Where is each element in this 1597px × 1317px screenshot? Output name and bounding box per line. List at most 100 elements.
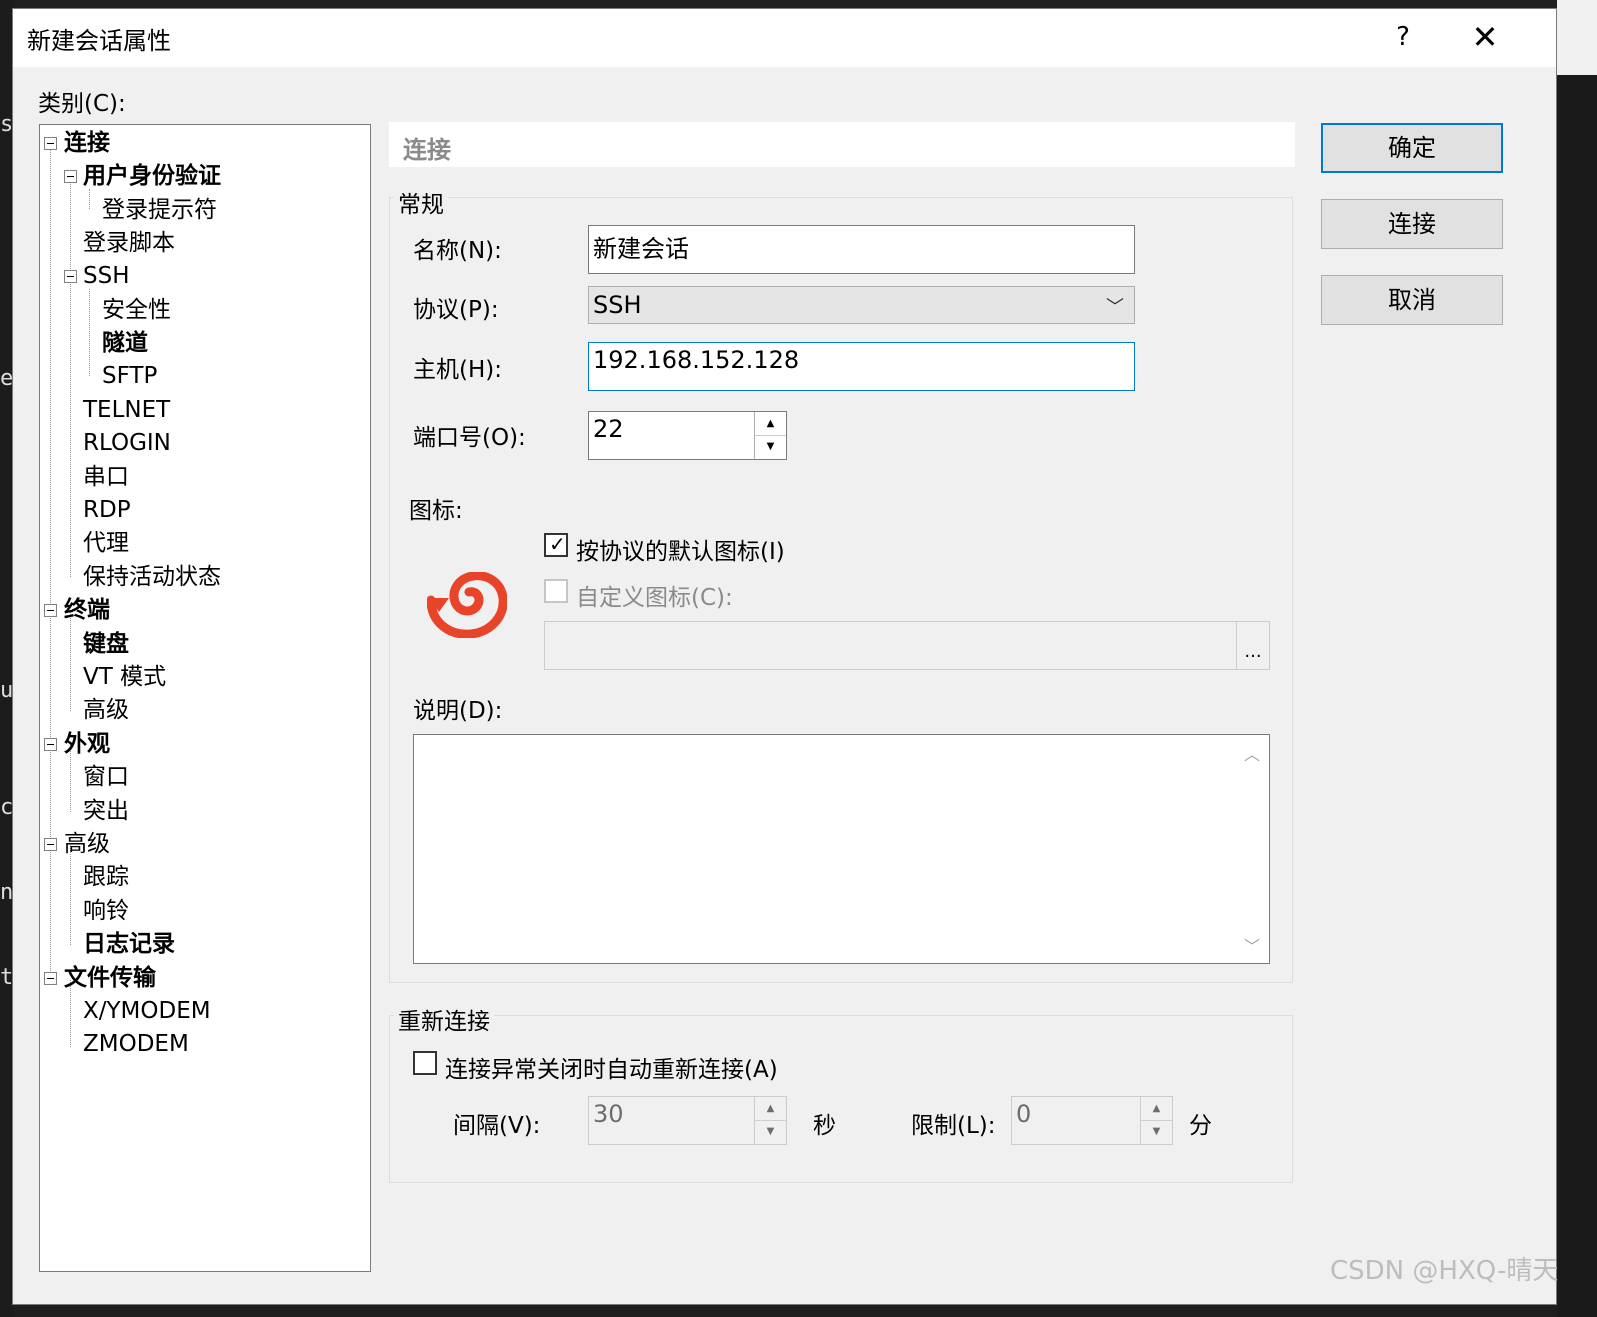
spin-down-icon[interactable]: ▼ bbox=[1141, 1120, 1172, 1143]
default-icon-checkbox[interactable]: ✓ bbox=[544, 532, 568, 557]
host-label: 主机(H): bbox=[413, 357, 502, 383]
tree-item-login-script[interactable]: 登录脚本 bbox=[83, 229, 175, 257]
name-input[interactable]: 新建会话 bbox=[588, 225, 1135, 274]
spin-up-icon[interactable]: ▲ bbox=[1141, 1097, 1172, 1121]
tree-item-terminal-advanced[interactable]: 高级 bbox=[83, 696, 129, 724]
interval-value: 30 bbox=[593, 1100, 624, 1128]
browse-button[interactable]: ... bbox=[1236, 622, 1269, 669]
custom-icon-checkbox[interactable] bbox=[544, 579, 568, 603]
port-input[interactable]: 22 ▲ ▼ bbox=[588, 411, 787, 460]
tree-item-file-transfer[interactable]: 文件传输 bbox=[64, 964, 156, 992]
limit-unit: 分 bbox=[1189, 1113, 1212, 1139]
close-button[interactable]: ✕ bbox=[1465, 19, 1505, 55]
session-properties-dialog: 新建会话属性 ? ✕ 类别(C): 连接 用户身份验证 登录提示符 登录脚本 S… bbox=[12, 8, 1557, 1305]
checkmark-icon: ✓ bbox=[549, 532, 566, 556]
tree-item-keyboard[interactable]: 键盘 bbox=[83, 630, 129, 658]
tree-item-login-prompt[interactable]: 登录提示符 bbox=[102, 196, 217, 224]
reconnect-group-label: 重新连接 bbox=[394, 1002, 494, 1036]
collapse-icon[interactable] bbox=[44, 838, 57, 851]
spin-down-icon[interactable]: ▼ bbox=[755, 1120, 786, 1143]
tree-line bbox=[89, 289, 90, 376]
collapse-icon[interactable] bbox=[44, 604, 57, 617]
tree-item-sftp[interactable]: SFTP bbox=[102, 362, 157, 390]
tree-item-zmodem[interactable]: ZMODEM bbox=[83, 1030, 189, 1058]
default-icon-label: 按协议的默认图标(I) bbox=[576, 539, 785, 565]
tree-item-logging[interactable]: 日志记录 bbox=[83, 930, 175, 958]
tree-item-proxy[interactable]: 代理 bbox=[83, 529, 129, 557]
protocol-label: 协议(P): bbox=[413, 297, 499, 323]
category-tree[interactable]: 连接 用户身份验证 登录提示符 登录脚本 SSH 安全性 隧道 SFTP TEL… bbox=[39, 124, 371, 1272]
collapse-icon[interactable] bbox=[64, 270, 77, 283]
title-bar: 新建会话属性 ? ✕ bbox=[13, 9, 1556, 67]
background-right bbox=[1557, 0, 1597, 1317]
custom-icon-label: 自定义图标(C): bbox=[576, 585, 733, 611]
protocol-select[interactable]: SSH ﹀ bbox=[588, 286, 1135, 324]
watermark: CSDN @HXQ-晴天 bbox=[1330, 1256, 1559, 1286]
category-label: 类别(C): bbox=[38, 91, 126, 117]
limit-value: 0 bbox=[1016, 1100, 1032, 1128]
tree-line bbox=[70, 845, 71, 945]
tree-item-keep-alive[interactable]: 保持活动状态 bbox=[83, 563, 221, 591]
interval-input[interactable]: 30 ▲ ▼ bbox=[588, 1096, 787, 1145]
scroll-down-icon[interactable]: ﹀ bbox=[1235, 933, 1269, 957]
tree-item-rdp[interactable]: RDP bbox=[83, 496, 131, 524]
collapse-icon[interactable] bbox=[44, 738, 57, 751]
limit-label: 限制(L): bbox=[911, 1113, 996, 1139]
section-title: 连接 bbox=[403, 136, 451, 164]
icon-label: 图标: bbox=[409, 498, 463, 524]
connect-button[interactable]: 连接 bbox=[1321, 199, 1503, 249]
general-group-label: 常规 bbox=[394, 185, 448, 219]
tree-item-appearance[interactable]: 外观 bbox=[64, 730, 110, 758]
protocol-value: SSH bbox=[593, 291, 642, 319]
tree-item-ssh[interactable]: SSH bbox=[83, 262, 130, 290]
tree-item-tunneling[interactable]: 隧道 bbox=[102, 329, 148, 357]
spin-up-icon[interactable]: ▲ bbox=[755, 1097, 786, 1121]
tree-item-terminal[interactable]: 终端 bbox=[64, 596, 110, 624]
window-title: 新建会话属性 bbox=[27, 27, 171, 55]
auto-reconnect-label: 连接异常关闭时自动重新连接(A) bbox=[445, 1057, 778, 1083]
tree-item-rlogin[interactable]: RLOGIN bbox=[83, 429, 171, 457]
chevron-down-icon: ﹀ bbox=[1106, 297, 1124, 318]
tree-item-highlight[interactable]: 突出 bbox=[83, 797, 129, 825]
tree-item-connection[interactable]: 连接 bbox=[64, 129, 110, 157]
port-label: 端口号(O): bbox=[413, 425, 526, 451]
section-header: 连接 bbox=[389, 122, 1295, 167]
interval-unit: 秒 bbox=[813, 1113, 836, 1139]
spin-up-icon[interactable]: ▲ bbox=[755, 412, 786, 436]
limit-spinner[interactable]: ▲ ▼ bbox=[1140, 1097, 1172, 1144]
ok-button[interactable]: 确定 bbox=[1321, 123, 1503, 173]
collapse-icon[interactable] bbox=[64, 170, 77, 183]
description-textarea[interactable]: ︿ ﹀ bbox=[413, 734, 1270, 964]
cancel-button[interactable]: 取消 bbox=[1321, 275, 1503, 325]
interval-spinner[interactable]: ▲ ▼ bbox=[754, 1097, 786, 1144]
spin-down-icon[interactable]: ▼ bbox=[755, 435, 786, 458]
tree-item-telnet[interactable]: TELNET bbox=[83, 396, 170, 424]
tree-line bbox=[50, 145, 51, 983]
port-spinner[interactable]: ▲ ▼ bbox=[754, 412, 786, 459]
xshell-spiral-icon bbox=[427, 572, 507, 638]
description-label: 说明(D): bbox=[413, 698, 503, 724]
description-scrollbar[interactable]: ︿ ﹀ bbox=[1235, 735, 1269, 963]
tree-line bbox=[70, 611, 71, 711]
tree-item-xymodem[interactable]: X/YMODEM bbox=[83, 997, 211, 1025]
tree-item-serial[interactable]: 串口 bbox=[83, 463, 129, 491]
tree-item-bell[interactable]: 响铃 bbox=[83, 897, 129, 925]
tree-item-security[interactable]: 安全性 bbox=[102, 296, 171, 324]
host-input[interactable]: 192.168.152.128 bbox=[588, 342, 1135, 391]
collapse-icon[interactable] bbox=[44, 972, 57, 985]
port-value: 22 bbox=[593, 415, 624, 443]
custom-icon-path[interactable]: ... bbox=[544, 621, 1270, 670]
tree-item-trace[interactable]: 跟踪 bbox=[83, 863, 129, 891]
tree-item-advanced[interactable]: 高级 bbox=[64, 830, 110, 858]
interval-label: 间隔(V): bbox=[453, 1113, 541, 1139]
tree-item-window[interactable]: 窗口 bbox=[83, 763, 129, 791]
tree-line bbox=[70, 177, 71, 577]
limit-input[interactable]: 0 ▲ ▼ bbox=[1011, 1096, 1173, 1145]
collapse-icon[interactable] bbox=[44, 137, 57, 150]
scroll-up-icon[interactable]: ︿ bbox=[1235, 741, 1269, 765]
auto-reconnect-checkbox[interactable] bbox=[413, 1051, 437, 1075]
tree-item-vt-mode[interactable]: VT 模式 bbox=[83, 663, 166, 691]
tree-item-authentication[interactable]: 用户身份验证 bbox=[83, 162, 221, 190]
tree-line bbox=[89, 189, 90, 209]
help-button[interactable]: ? bbox=[1383, 19, 1423, 55]
